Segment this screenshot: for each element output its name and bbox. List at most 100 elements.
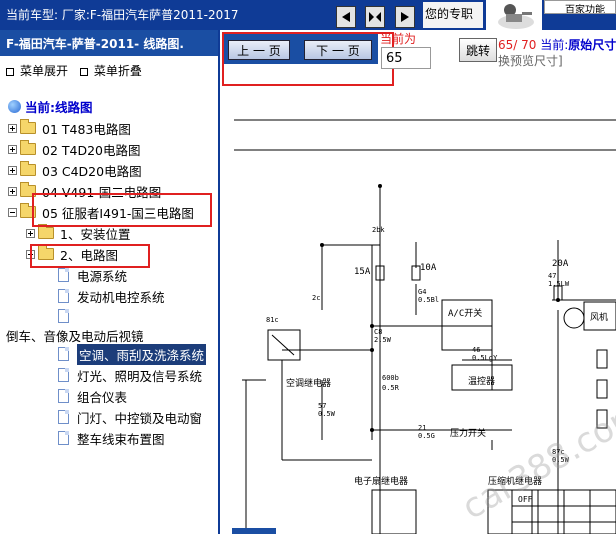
tree-item-label: 灯光、照明及信号系统 — [77, 368, 203, 384]
highlight-box-circuit — [30, 244, 150, 268]
diagram-label: 47 — [548, 272, 556, 280]
expand-icon[interactable] — [8, 165, 17, 175]
document-icon — [58, 431, 69, 445]
bottom-tab[interactable] — [232, 528, 276, 534]
expand-icon[interactable] — [8, 123, 17, 133]
diagram-label: 10A — [420, 263, 437, 273]
diagram-label: 压力开关 — [450, 427, 486, 439]
jump-button[interactable]: 跳转 — [459, 38, 497, 62]
checkbox-icon — [6, 67, 14, 76]
prev-page-button[interactable]: 上 一 页 — [228, 40, 290, 60]
tree-item-label: 整车线束布置图 — [77, 431, 165, 447]
expand-all-label: 菜单展开 — [20, 64, 69, 78]
tree-title: F-福田汽车-萨普-2011- 线路图. — [0, 30, 218, 56]
last-page-button[interactable] — [395, 6, 415, 28]
document-icon — [58, 368, 69, 382]
diagram-label: 空调继电器 — [286, 377, 331, 389]
first-arrow-icon — [342, 12, 350, 22]
tree-item-instrument[interactable]: 组合仪表 — [58, 386, 127, 406]
first-page-button[interactable] — [336, 6, 356, 28]
globe-icon — [8, 99, 21, 113]
top-link[interactable]: 百家功能 — [544, 0, 616, 14]
tree-current: 当前:线路图 — [8, 96, 93, 116]
tree-item-lighting[interactable]: 灯光、照明及信号系统 — [58, 365, 202, 385]
page-number-input[interactable] — [381, 47, 431, 69]
diagram-label: 电子扇继电器 — [354, 475, 408, 487]
diagram-label: C8 — [374, 328, 382, 336]
expand-all-button[interactable]: 菜单展开 — [6, 64, 68, 78]
tree-item-harness[interactable]: 整车线束布置图 — [58, 428, 165, 448]
current-path-label: 当前:线路图 — [25, 99, 93, 115]
collapse-icon[interactable] — [8, 207, 17, 217]
diagram-label: 20A — [552, 259, 569, 269]
page-count: 65/ 70 — [498, 38, 537, 52]
collapse-all-label: 菜单折叠 — [93, 64, 142, 78]
folder-icon — [38, 224, 54, 239]
diagram-label: G4 — [418, 288, 426, 296]
tree-item-power-system[interactable]: 电源系统 — [58, 265, 127, 285]
highlight-box-05 — [32, 193, 212, 227]
left-tree-panel: F-福田汽车-萨普-2011- 线路图. 菜单展开 菜单折叠 当前:线路图 01… — [0, 30, 220, 534]
diagram-label: 46 — [472, 346, 480, 354]
folder-icon — [20, 161, 36, 176]
tree-item-03[interactable]: 03 C4D20电路图 — [8, 160, 142, 180]
document-icon — [58, 347, 69, 361]
folder-icon — [20, 140, 36, 155]
tree-item-label: 01 T483电路图 — [42, 121, 131, 137]
tree-item-door-lock[interactable]: 门灯、中控锁及电动窗 — [58, 407, 202, 427]
diagram-label: A/C开关 — [448, 307, 482, 319]
diagram-label: 0.5Bl — [418, 296, 439, 304]
tree-item-label: 倒车、音像及电动后视镜 — [6, 328, 144, 344]
diagram-label: 57 — [318, 402, 326, 410]
diagram-label: 0.5R — [382, 384, 400, 392]
mascot-image — [486, 0, 542, 30]
diagram-label: 风机 — [590, 311, 608, 323]
diagram-label: 2c — [312, 294, 320, 302]
folder-icon — [20, 119, 36, 134]
next-page-button[interactable]: 下 一 页 — [304, 40, 372, 60]
current-vehicle-label: 当前车型: 厂家:F-福田汽车萨普2011-2017 — [6, 8, 239, 22]
document-icon — [58, 289, 69, 303]
last-arrow-icon — [401, 12, 409, 22]
page-info: 65/ 70 当前:原始尺寸 — [498, 36, 616, 53]
diagram-label: 2.5W — [374, 336, 392, 344]
document-icon — [58, 389, 69, 403]
split-view-button[interactable] — [365, 6, 385, 28]
tree-item-engine-control[interactable]: 发动机电控系统 — [58, 286, 165, 306]
expert-label: 您的专职 — [423, 2, 483, 28]
diagram-label: 0.5W — [318, 410, 336, 418]
document-icon — [58, 268, 69, 282]
expand-icon[interactable] — [8, 144, 17, 154]
tree-item-label: 03 C4D20电路图 — [42, 163, 142, 179]
diagram-label: 2bk — [372, 226, 385, 234]
tree-item-02[interactable]: 02 T4D20电路图 — [8, 139, 141, 159]
current-page-label: 当前为 — [380, 32, 417, 46]
tree-item-label: 发动机电控系统 — [77, 289, 165, 305]
collapse-all-button[interactable]: 菜单折叠 — [79, 64, 142, 78]
top-bar: 当前车型: 厂家:F-福田汽车萨普2011-2017 您的专职 百家功能 — [0, 0, 616, 30]
expand-icon[interactable] — [8, 186, 17, 196]
tree-item-reverse-audio[interactable]: 倒车、音像及电动后视镜 — [6, 325, 144, 345]
diagram-label: 600b — [382, 374, 399, 382]
tree-item-label: 组合仪表 — [77, 389, 128, 405]
tree-item-01[interactable]: 01 T483电路图 — [8, 118, 131, 138]
diagram-label: 温控器 — [468, 375, 495, 387]
diagram-label: 0.5G — [418, 432, 435, 440]
diagram-label: 0.5LgY — [472, 354, 498, 362]
tree-item-label: 电源系统 — [77, 268, 128, 284]
diagram-label: 81c — [266, 316, 279, 324]
tree-item-label: 02 T4D20电路图 — [42, 142, 141, 158]
document-icon — [58, 309, 69, 323]
tree-item-ac-wiper[interactable]: 空调、雨刮及洗涤系统 — [58, 343, 207, 365]
size-value[interactable]: 原始尺寸 — [568, 38, 616, 52]
expand-icon[interactable] — [26, 228, 35, 238]
menu-controls: 菜单展开 菜单折叠 — [6, 62, 150, 79]
document-icon — [58, 410, 69, 424]
tree-item-label-selected: 空调、雨刮及洗涤系统 — [77, 343, 207, 365]
diagram-label: 1.5LW — [548, 280, 570, 288]
split-arrows-icon — [369, 12, 381, 22]
tree-item-label: 门灯、中控锁及电动窗 — [77, 410, 203, 426]
preview-size-hint[interactable]: 换预览尺寸] — [498, 52, 563, 69]
tree-item-blank[interactable] — [58, 306, 77, 326]
diagram-label: 21 — [418, 424, 426, 432]
